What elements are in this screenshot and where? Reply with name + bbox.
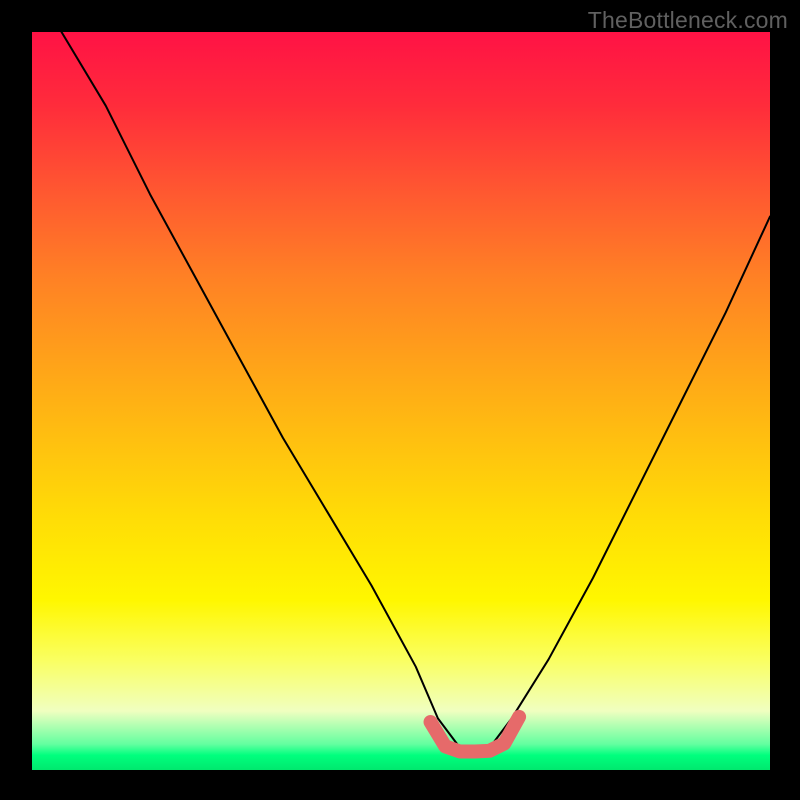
curve-svg bbox=[32, 32, 770, 770]
bottleneck-curve bbox=[62, 32, 770, 748]
valley-highlight bbox=[431, 717, 520, 752]
chart-stage: TheBottleneck.com bbox=[0, 0, 800, 800]
plot-area bbox=[32, 32, 770, 770]
watermark-text: TheBottleneck.com bbox=[588, 7, 788, 34]
